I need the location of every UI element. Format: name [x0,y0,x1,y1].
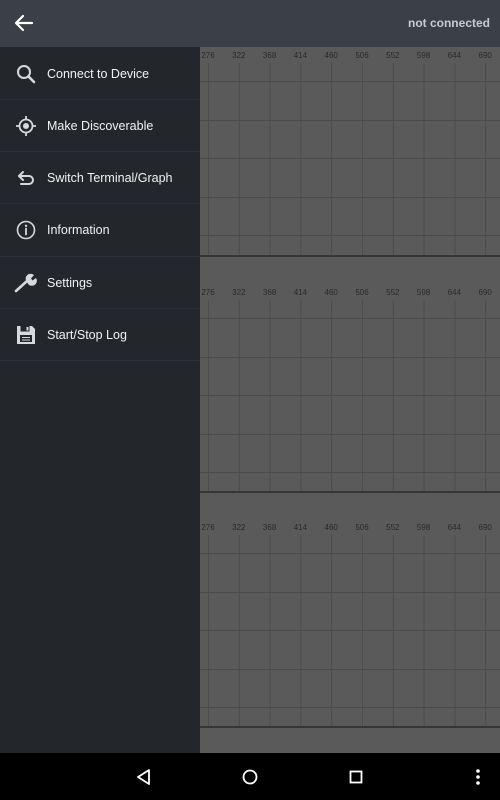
home-circle-icon [242,769,258,785]
x-tick-label: 276 [201,523,215,532]
x-tick-label: 506 [355,523,369,532]
x-tick-label: 414 [293,288,308,297]
menu-item-make-discoverable[interactable]: Make Discoverable [0,100,200,152]
nav-home-button[interactable] [236,763,264,791]
x-tick-label: 460 [324,523,338,532]
back-triangle-icon [137,769,150,785]
system-navigation-bar [0,753,500,800]
graph-panel-3: 276 322 368 414 460 506 552 598 644 690 [200,519,500,728]
menu-item-settings[interactable]: Settings [0,257,200,309]
graph-panel-2: 276 322 368 414 460 506 552 598 644 690 [200,284,500,493]
x-tick-label: 506 [355,51,369,60]
x-tick-label: 368 [262,288,277,297]
x-tick-label: 276 [201,51,215,60]
undo-icon [14,166,38,190]
x-tick-label: 690 [478,523,492,532]
graph-panel-1: 276 322 368 414 460 506 552 598 644 690 [200,47,500,257]
nav-recents-button[interactable] [342,763,370,791]
save-icon [14,323,38,347]
recents-square-icon [349,770,363,784]
info-icon [14,218,38,242]
x-tick-label: 322 [232,288,246,297]
target-icon [14,114,38,138]
menu-item-label: Information [47,223,110,237]
connection-status: not connected [407,16,490,30]
graph-grid [200,63,500,257]
graph-grid [200,535,500,728]
overflow-menu-icon [476,769,480,785]
x-tick-label: 644 [447,288,462,297]
x-tick-label: 322 [232,523,246,532]
x-tick-label: 552 [386,51,400,60]
x-tick-label: 552 [386,288,400,297]
x-tick-label: 368 [262,523,277,532]
graph-grid [200,300,500,493]
x-tick-label: 368 [262,51,277,60]
nav-overflow-button[interactable] [464,763,492,791]
x-tick-label: 598 [416,288,431,297]
x-tick-label: 598 [416,51,431,60]
x-tick-label: 460 [324,51,338,60]
menu-item-information[interactable]: Information [0,204,200,256]
menu-item-label: Start/Stop Log [47,328,127,342]
x-tick-label: 414 [293,523,308,532]
arrow-left-icon [14,14,34,32]
graph-area: 276 322 368 414 460 506 552 598 644 690 276 322 368… [200,47,500,753]
menu-item-label: Make Discoverable [47,119,154,133]
x-tick-label: 644 [447,51,462,60]
wrench-icon [14,271,38,295]
menu-item-label: Settings [47,276,93,290]
x-tick-label: 552 [386,523,400,532]
navigation-drawer: Connect to Device Make Discoverable Swit… [0,47,200,753]
action-bar: not connected [0,0,500,47]
x-tick-label: 460 [324,288,338,297]
nav-back-button[interactable] [130,763,158,791]
x-tick-label: 276 [201,288,215,297]
x-tick-label: 690 [478,51,492,60]
x-tick-label: 414 [293,51,308,60]
back-arrow-button[interactable] [8,7,40,39]
x-tick-label: 506 [355,288,369,297]
search-icon [14,62,38,86]
x-tick-label: 690 [478,288,492,297]
menu-divider [0,360,200,361]
menu-item-switch-terminal-graph[interactable]: Switch Terminal/Graph [0,152,200,204]
x-tick-label: 598 [416,523,431,532]
menu-item-label: Switch Terminal/Graph [47,171,173,185]
x-tick-label: 322 [232,51,246,60]
menu-item-start-stop-log[interactable]: Start/Stop Log [0,309,200,361]
menu-item-label: Connect to Device [47,67,150,81]
x-tick-label: 644 [447,523,462,532]
menu-item-connect-to-device[interactable]: Connect to Device [0,48,200,100]
